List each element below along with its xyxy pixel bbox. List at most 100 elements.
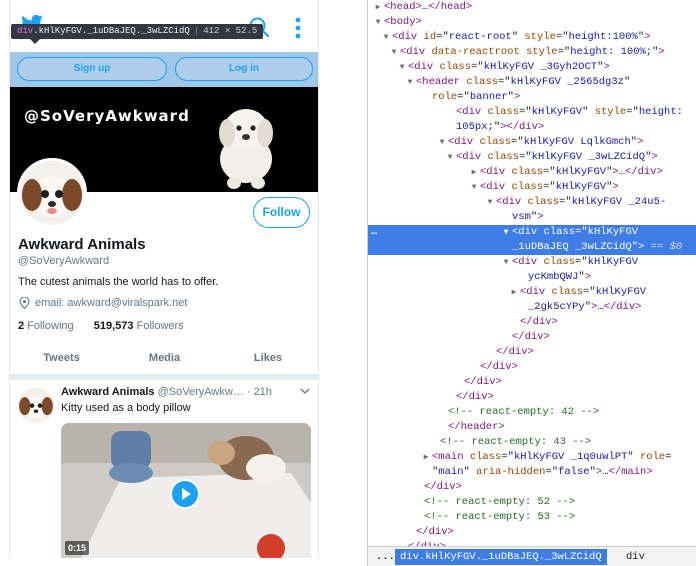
dom-node-line[interactable]: _1uDBaJEQ _3wLZCidQ"> == $0 bbox=[368, 240, 696, 255]
dom-node-line[interactable]: <div class="kHlKyFGV" style="height: bbox=[368, 105, 696, 120]
caret-right-icon[interactable]: ▶ bbox=[470, 165, 478, 180]
dom-node-code: <main class="kHlKyFGV _1q0uwlPT" role= bbox=[432, 451, 672, 463]
tab-media[interactable]: Media bbox=[113, 342, 216, 375]
tweet-author-name[interactable]: Awkward Animals bbox=[61, 386, 155, 398]
dom-node-code: vsm"> bbox=[512, 211, 544, 223]
node-actions-icon[interactable]: … bbox=[371, 225, 377, 240]
inspect-tooltip: div.kHlKyFGV._1uDBaJEQ._3wLZCidQ | 412 × 5… bbox=[11, 24, 264, 39]
caret-right-icon[interactable]: ▶ bbox=[422, 450, 430, 465]
screenshot-root: Sign up Log in @SoVeryAwkward Follow Awk… bbox=[0, 0, 696, 566]
tab-likes[interactable]: Likes bbox=[216, 342, 318, 375]
dom-node-code: <!-- react-empty: 52 --> bbox=[424, 496, 576, 508]
dom-node-line[interactable]: ▼ <div class="kHlKyFGV _3wLZCidQ"> bbox=[368, 150, 696, 165]
dom-node-code: <div data-reactroot style="height: 100%;… bbox=[400, 46, 665, 58]
followers-label[interactable]: Followers bbox=[137, 320, 184, 332]
dom-node-code: _2gk5cYPy">…</div> bbox=[528, 301, 642, 313]
dom-node-line[interactable]: _2gk5cYPy">…</div> bbox=[368, 300, 696, 315]
caret-down-icon[interactable]: ▼ bbox=[390, 45, 398, 60]
dom-node-line[interactable]: </div> bbox=[368, 330, 696, 345]
dom-node-line[interactable]: </div> bbox=[368, 315, 696, 330]
chevron-down-icon[interactable] bbox=[300, 387, 310, 395]
dom-node-line[interactable]: ▼ <div class="kHlKyFGV bbox=[368, 255, 696, 270]
more-options-icon[interactable] bbox=[294, 16, 302, 40]
tweet-avatar[interactable] bbox=[18, 387, 54, 423]
dom-node-line[interactable]: <!-- react-empty: 53 --> bbox=[368, 510, 696, 525]
dom-node-line[interactable]: </div> bbox=[368, 525, 696, 540]
follow-button[interactable]: Follow bbox=[253, 197, 310, 228]
dom-node-line[interactable]: </div> bbox=[368, 480, 696, 495]
profile-email[interactable]: email: awkward@viralspark.net bbox=[35, 297, 187, 309]
tab-tweets[interactable]: Tweets bbox=[10, 342, 113, 375]
dom-node-line[interactable]: vsm"> bbox=[368, 210, 696, 225]
dom-node-code: 105px;"></div> bbox=[456, 121, 545, 133]
caret-down-icon[interactable]: ▼ bbox=[486, 195, 494, 210]
caret-down-icon[interactable]: ▼ bbox=[382, 30, 390, 45]
dom-node-code: _1uDBaJEQ _3wLZCidQ"> == $0 bbox=[512, 241, 683, 253]
signup-button[interactable]: Sign up bbox=[17, 57, 167, 81]
dom-node-line[interactable]: ▼ <div class="kHlKyFGV LqlkGmch"> bbox=[368, 135, 696, 150]
following-label[interactable]: Following bbox=[27, 320, 73, 332]
dom-node-line[interactable]: <!-- react-empty: 42 --> bbox=[368, 405, 696, 420]
caret-right-icon[interactable]: ▶ bbox=[510, 285, 518, 300]
caret-down-icon[interactable]: ▼ bbox=[502, 255, 510, 270]
dom-node-code: </div> bbox=[496, 346, 534, 358]
dog-avatar-image bbox=[20, 161, 84, 225]
caret-down-icon[interactable]: ▼ bbox=[438, 135, 446, 150]
caret-down-icon[interactable]: ▼ bbox=[470, 180, 478, 195]
dom-node-line[interactable]: ▶ <div class="kHlKyFGV">…</div> bbox=[368, 165, 696, 180]
dom-node-line[interactable]: ▶ <head>…</head> bbox=[368, 0, 696, 15]
dom-node-code: <div class="kHlKyFGV LqlkGmch"> bbox=[448, 136, 644, 148]
caret-right-icon[interactable]: ▶ bbox=[374, 0, 382, 15]
dom-node-line[interactable]: ▼ <div data-reactroot style="height: 100%… bbox=[368, 45, 696, 60]
following-count[interactable]: 2 bbox=[18, 320, 24, 332]
profile-avatar[interactable] bbox=[17, 158, 87, 228]
banner-text: @SoVeryAwkward bbox=[24, 107, 190, 125]
tweet-timestamp[interactable]: · 21h bbox=[247, 386, 272, 398]
caret-down-icon[interactable]: ▼ bbox=[406, 75, 414, 90]
dom-node-line[interactable]: </div> bbox=[368, 360, 696, 375]
login-button[interactable]: Log in bbox=[175, 57, 313, 81]
dom-node-line[interactable]: ▼ <header class="kHlKyFGV _2565dg3z" bbox=[368, 75, 696, 90]
dom-node-code: ycKmbQWJ"> bbox=[528, 271, 592, 283]
dom-node-line[interactable]: ▼ <div class="kHlKyFGV… bbox=[368, 225, 696, 240]
dom-node-code: <div class="kHlKyFGV _3wLZCidQ"> bbox=[456, 151, 658, 163]
dom-node-line[interactable]: ▼ <body> bbox=[368, 15, 696, 30]
dom-node-line[interactable]: <!-- react-empty: 43 --> bbox=[368, 435, 696, 450]
dom-node-line[interactable]: <!-- react-empty: 52 --> bbox=[368, 495, 696, 510]
caret-down-icon[interactable]: ▼ bbox=[398, 60, 406, 75]
caret-down-icon[interactable]: ▼ bbox=[502, 225, 510, 240]
play-button[interactable] bbox=[170, 479, 200, 509]
dom-node-line[interactable]: </div> bbox=[368, 345, 696, 360]
breadcrumb-next[interactable]: div bbox=[621, 549, 650, 565]
dom-node-line[interactable]: ▼ <div class="kHlKyFGV _24u5- bbox=[368, 195, 696, 210]
dom-node-line[interactable]: ▼ <div class="kHlKyFGV"> bbox=[368, 180, 696, 195]
tweet-item[interactable]: Awkward Animals @SoVeryAwkw… · 21h Kitty… bbox=[10, 380, 318, 558]
dom-node-line[interactable]: ▼ <div class="kHlKyFGV _3Gyh2OCT"> bbox=[368, 60, 696, 75]
dom-node-line[interactable]: role="banner"> bbox=[368, 90, 696, 105]
followers-count[interactable]: 519,573 bbox=[94, 320, 134, 332]
tweet-author-handle[interactable]: @SoVeryAwkw… bbox=[158, 386, 244, 398]
dom-node-line[interactable]: </div> bbox=[368, 390, 696, 405]
profile-bio: The cutest animals the world has to offe… bbox=[18, 276, 219, 288]
dom-node-code: <div class="kHlKyFGV">…</div> bbox=[480, 166, 663, 178]
dom-node-code: <!-- react-empty: 53 --> bbox=[424, 511, 576, 523]
dom-node-code: <div class="kHlKyFGV _24u5- bbox=[496, 196, 667, 208]
tooltip-arrow bbox=[30, 39, 40, 44]
breadcrumb-selected[interactable]: div.kHlKyFGV._1uDBaJEQ._3wLZCidQ bbox=[395, 549, 607, 565]
dom-node-line[interactable]: ▶ <main class="kHlKyFGV _1q0uwlPT" role= bbox=[368, 450, 696, 465]
dom-node-code: </div> bbox=[464, 376, 502, 388]
dom-node-code: </header> bbox=[448, 421, 505, 433]
dom-node-line[interactable]: "main" aria-hidden="false">…</main> bbox=[368, 465, 696, 480]
caret-down-icon[interactable]: ▼ bbox=[374, 15, 382, 30]
dom-node-line[interactable]: ycKmbQWJ"> bbox=[368, 270, 696, 285]
profile-handle: @SoVeryAwkward bbox=[18, 255, 110, 267]
dom-node-line[interactable]: 105px;"></div> bbox=[368, 120, 696, 135]
tooltip-classes: .kHlKyFGV._1uDBaJEQ._3wLZCidQ bbox=[33, 26, 190, 36]
dom-node-line[interactable]: </div> bbox=[368, 375, 696, 390]
profile-tabs: Tweets Media Likes bbox=[10, 342, 318, 375]
dom-node-code: role="banner"> bbox=[432, 91, 521, 103]
dom-node-line[interactable]: ▼ <div id="react-root" style="height:100%… bbox=[368, 30, 696, 45]
dom-node-line[interactable]: </header> bbox=[368, 420, 696, 435]
dom-node-line[interactable]: ▶ <div class="kHlKyFGV bbox=[368, 285, 696, 300]
caret-down-icon[interactable]: ▼ bbox=[446, 150, 454, 165]
